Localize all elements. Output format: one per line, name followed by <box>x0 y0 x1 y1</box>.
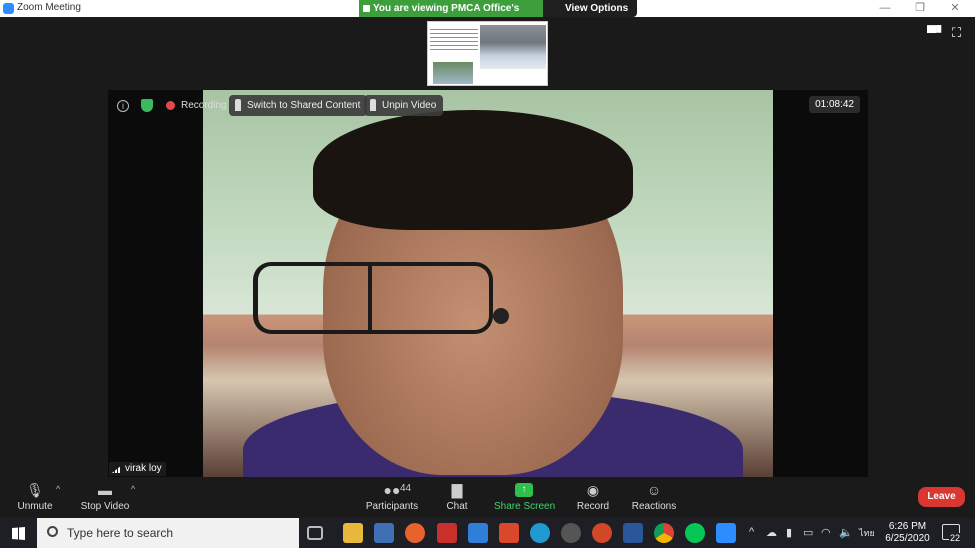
viewing-screen-indicator: You are viewing PMCA Office's screen <box>359 0 543 31</box>
thumbnail-text-block <box>430 26 478 52</box>
search-placeholder: Type here to search <box>67 526 174 540</box>
taskbar-clock[interactable]: 6:26 PM 6/25/2020 <box>880 521 935 545</box>
participants-count: 44 <box>400 483 412 494</box>
start-button[interactable] <box>0 518 36 548</box>
pinned-video-tile[interactable]: i Recording Switch to Shared Content Unp… <box>108 90 868 477</box>
participants-button[interactable]: ●● 44 Participants <box>362 477 422 518</box>
participant-video <box>203 90 773 477</box>
video-options-caret-icon[interactable]: ^ <box>131 484 135 494</box>
chat-button[interactable]: ▇ Chat <box>440 477 474 518</box>
powerpoint-icon[interactable] <box>592 523 612 543</box>
clock-date: 6/25/2020 <box>885 533 930 544</box>
muted-microphone-icon: 🎙 <box>26 482 44 498</box>
minimize-button[interactable]: — <box>870 1 900 16</box>
video-earbud <box>493 308 509 324</box>
participant-name: virak loy <box>125 463 162 474</box>
mail-icon[interactable] <box>468 523 488 543</box>
windows-taskbar: Type here to search ^ ☁ ▮ ▭ ◠ 🔈 ไทย 6:26… <box>0 518 975 548</box>
unpin-icon <box>370 99 376 111</box>
switch-to-shared-content-label: Switch to Shared Content <box>247 100 361 111</box>
edge-icon[interactable] <box>530 523 550 543</box>
video-glasses <box>253 262 493 334</box>
reactions-button[interactable]: ☺ Reactions <box>628 477 680 518</box>
notification-count: 22 <box>949 533 962 543</box>
usb-device-icon[interactable]: ▮ <box>786 526 792 539</box>
pin-icon <box>235 99 241 111</box>
hidden-icons-chevron-icon[interactable]: ^ <box>749 526 754 538</box>
microsoft-store-icon[interactable] <box>374 523 394 543</box>
reactions-smiley-icon: ☺ <box>646 482 662 498</box>
volume-icon[interactable]: 🔈 <box>839 526 853 539</box>
unmute-label: Unmute <box>17 501 53 512</box>
onedrive-icon[interactable]: ☁ <box>766 526 777 539</box>
task-view-icon[interactable] <box>307 526 323 540</box>
wifi-icon[interactable]: ◠ <box>821 526 831 539</box>
recording-label: Recording <box>181 100 227 111</box>
battery-icon[interactable]: ▭ <box>803 526 813 539</box>
thumbnail-photo-small <box>433 62 473 84</box>
chat-label: Chat <box>446 501 468 512</box>
share-screen-icon: ↑ <box>515 483 533 497</box>
share-screen-button[interactable]: ↑ Share Screen <box>494 477 556 518</box>
restore-button[interactable]: ❐ <box>905 1 935 16</box>
speaker-view-icon[interactable]: ▀▘ <box>927 25 946 41</box>
share-banner: You are viewing PMCA Office's screen Vie… <box>359 0 637 31</box>
office-icon[interactable] <box>499 523 519 543</box>
reactions-label: Reactions <box>631 501 677 512</box>
unmute-button[interactable]: 🎙 Unmute <box>12 477 58 518</box>
participant-name-tag: virak loy <box>109 462 166 476</box>
audio-options-caret-icon[interactable]: ^ <box>56 484 60 494</box>
thumbnail-photo <box>480 25 546 69</box>
meeting-area: ▀▘ ⛶ i Recording Switch to Shared Conten… <box>0 17 975 477</box>
meeting-controls: 🎙 Unmute ^ ▬ Stop Video ^ ●● 44 Particip… <box>0 477 975 518</box>
taskbar-search[interactable]: Type here to search <box>37 518 299 548</box>
unpin-video-button[interactable]: Unpin Video <box>364 95 444 116</box>
record-label: Record <box>576 501 610 512</box>
zoom-logo-icon <box>3 3 14 14</box>
encryption-shield-icon[interactable] <box>141 99 153 112</box>
meeting-info-icon[interactable]: i <box>117 100 129 112</box>
line-app-icon[interactable] <box>685 523 705 543</box>
stop-video-label: Stop Video <box>80 501 130 512</box>
recording-icon <box>166 101 175 110</box>
search-icon <box>47 526 58 537</box>
chrome-icon[interactable] <box>654 523 674 543</box>
input-language-indicator[interactable]: ไทย <box>859 526 875 540</box>
leave-button[interactable]: Leave <box>918 487 965 507</box>
record-button[interactable]: ◉ Record <box>574 477 612 518</box>
participants-label: Participants <box>365 501 419 512</box>
participants-icon: ●● <box>383 482 401 498</box>
switch-to-shared-content-button[interactable]: Switch to Shared Content <box>229 95 368 116</box>
word-icon[interactable] <box>623 523 643 543</box>
clock-time: 6:26 PM <box>888 521 927 532</box>
close-button[interactable]: ✕ <box>940 1 970 16</box>
view-options-button[interactable]: View Options ⌄ <box>565 0 637 31</box>
stop-video-button[interactable]: ▬ Stop Video <box>79 477 131 518</box>
meeting-timer: 01:08:42 <box>809 96 860 113</box>
zoom-app-icon[interactable] <box>716 523 736 543</box>
window-title: Zoom Meeting <box>17 2 81 13</box>
fullscreen-icon[interactable]: ⛶ <box>952 25 961 41</box>
signal-strength-icon <box>112 465 122 473</box>
unpin-video-label: Unpin Video <box>382 100 437 111</box>
video-camera-icon: ▬ <box>98 482 112 498</box>
screen-share-icon <box>363 5 370 12</box>
mcafee-icon[interactable] <box>437 523 457 543</box>
file-explorer-icon[interactable] <box>343 523 363 543</box>
firefox-icon[interactable] <box>405 523 425 543</box>
shared-content-thumbnail[interactable] <box>427 21 548 86</box>
video-hair <box>313 110 633 230</box>
windows-logo-icon <box>12 527 25 540</box>
share-screen-label: Share Screen <box>494 501 556 512</box>
record-icon: ◉ <box>586 482 600 498</box>
app-launcher-icon[interactable] <box>561 523 581 543</box>
chat-bubble-icon: ▇ <box>451 482 463 498</box>
